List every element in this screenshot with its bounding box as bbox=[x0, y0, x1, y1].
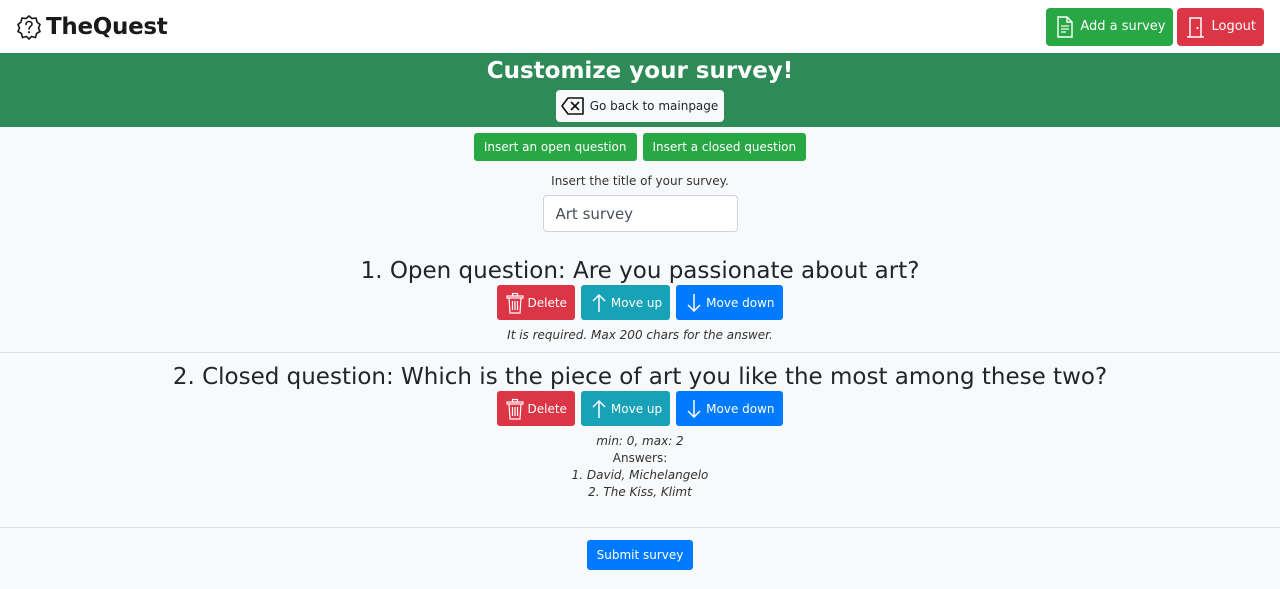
question-actions: Delete Move up Move down bbox=[0, 285, 1280, 320]
backspace-icon bbox=[560, 97, 584, 115]
insert-closed-question-button[interactable]: Insert a closed question bbox=[642, 133, 807, 161]
arrow-up-icon bbox=[592, 293, 606, 312]
nav-actions: Add a survey Logout bbox=[1046, 7, 1264, 46]
question-card: 1. Open question: Are you passionate abo… bbox=[0, 257, 1280, 353]
delete-label: Delete bbox=[527, 295, 567, 310]
move-down-button[interactable]: Move down bbox=[676, 391, 783, 426]
trash-icon bbox=[506, 292, 525, 314]
move-up-label: Move up bbox=[610, 295, 663, 310]
survey-title-input[interactable] bbox=[542, 195, 738, 232]
trash-icon bbox=[506, 398, 525, 420]
question-card: 2. Closed question: Which is the piece o… bbox=[0, 353, 1280, 528]
move-down-label: Move down bbox=[706, 295, 775, 310]
survey-title-prompt: Insert the title of your survey. bbox=[551, 174, 729, 188]
move-up-label: Move up bbox=[610, 401, 663, 416]
answer-item: 1. David, Michelangelo bbox=[571, 468, 709, 482]
submit-survey-button[interactable]: Submit survey bbox=[586, 540, 694, 570]
navbar: TheQuest Add a survey Logout bbox=[0, 0, 1280, 53]
move-up-button[interactable]: Move up bbox=[580, 391, 671, 426]
survey-title-wrapper bbox=[0, 195, 1280, 232]
move-up-button[interactable]: Move up bbox=[580, 285, 671, 320]
add-survey-label: Add a survey bbox=[1080, 19, 1166, 34]
question-info: min: 0, max: 2 bbox=[596, 434, 684, 448]
logout-label: Logout bbox=[1211, 19, 1256, 34]
page-title: Customize your survey! bbox=[486, 58, 794, 84]
submit-wrapper: Submit survey bbox=[0, 540, 1280, 570]
question-title: 1. Open question: Are you passionate abo… bbox=[360, 258, 920, 284]
add-survey-button[interactable]: Add a survey bbox=[1046, 7, 1174, 46]
move-down-button[interactable]: Move down bbox=[676, 285, 783, 320]
delete-question-button[interactable]: Delete bbox=[497, 391, 575, 426]
logout-button[interactable]: Logout bbox=[1177, 7, 1264, 46]
header-banner: Customize your survey! Go back to mainpa… bbox=[0, 53, 1280, 127]
insert-question-bar: Insert an open question Insert a closed … bbox=[0, 133, 1280, 161]
document-icon bbox=[1057, 15, 1074, 38]
question-info: It is required. Max 200 chars for the an… bbox=[507, 328, 773, 342]
question-title: 2. Closed question: Which is the piece o… bbox=[172, 364, 1108, 390]
insert-open-question-button[interactable]: Insert an open question bbox=[473, 133, 637, 161]
arrow-down-icon bbox=[687, 399, 701, 418]
arrow-up-icon bbox=[592, 399, 606, 418]
question-badge-icon bbox=[16, 14, 42, 40]
brand[interactable]: TheQuest bbox=[16, 13, 168, 40]
brand-name: TheQuest bbox=[46, 13, 168, 40]
back-to-mainpage-button[interactable]: Go back to mainpage bbox=[555, 90, 725, 122]
delete-question-button[interactable]: Delete bbox=[497, 285, 575, 320]
question-actions: Delete Move up Move down bbox=[0, 391, 1280, 426]
delete-label: Delete bbox=[527, 401, 567, 416]
back-label: Go back to mainpage bbox=[589, 99, 719, 113]
arrow-down-icon bbox=[687, 293, 701, 312]
door-icon bbox=[1187, 16, 1205, 38]
move-down-label: Move down bbox=[706, 401, 775, 416]
answers-label: Answers: bbox=[612, 451, 668, 465]
answer-item: 2. The Kiss, Klimt bbox=[588, 485, 692, 499]
